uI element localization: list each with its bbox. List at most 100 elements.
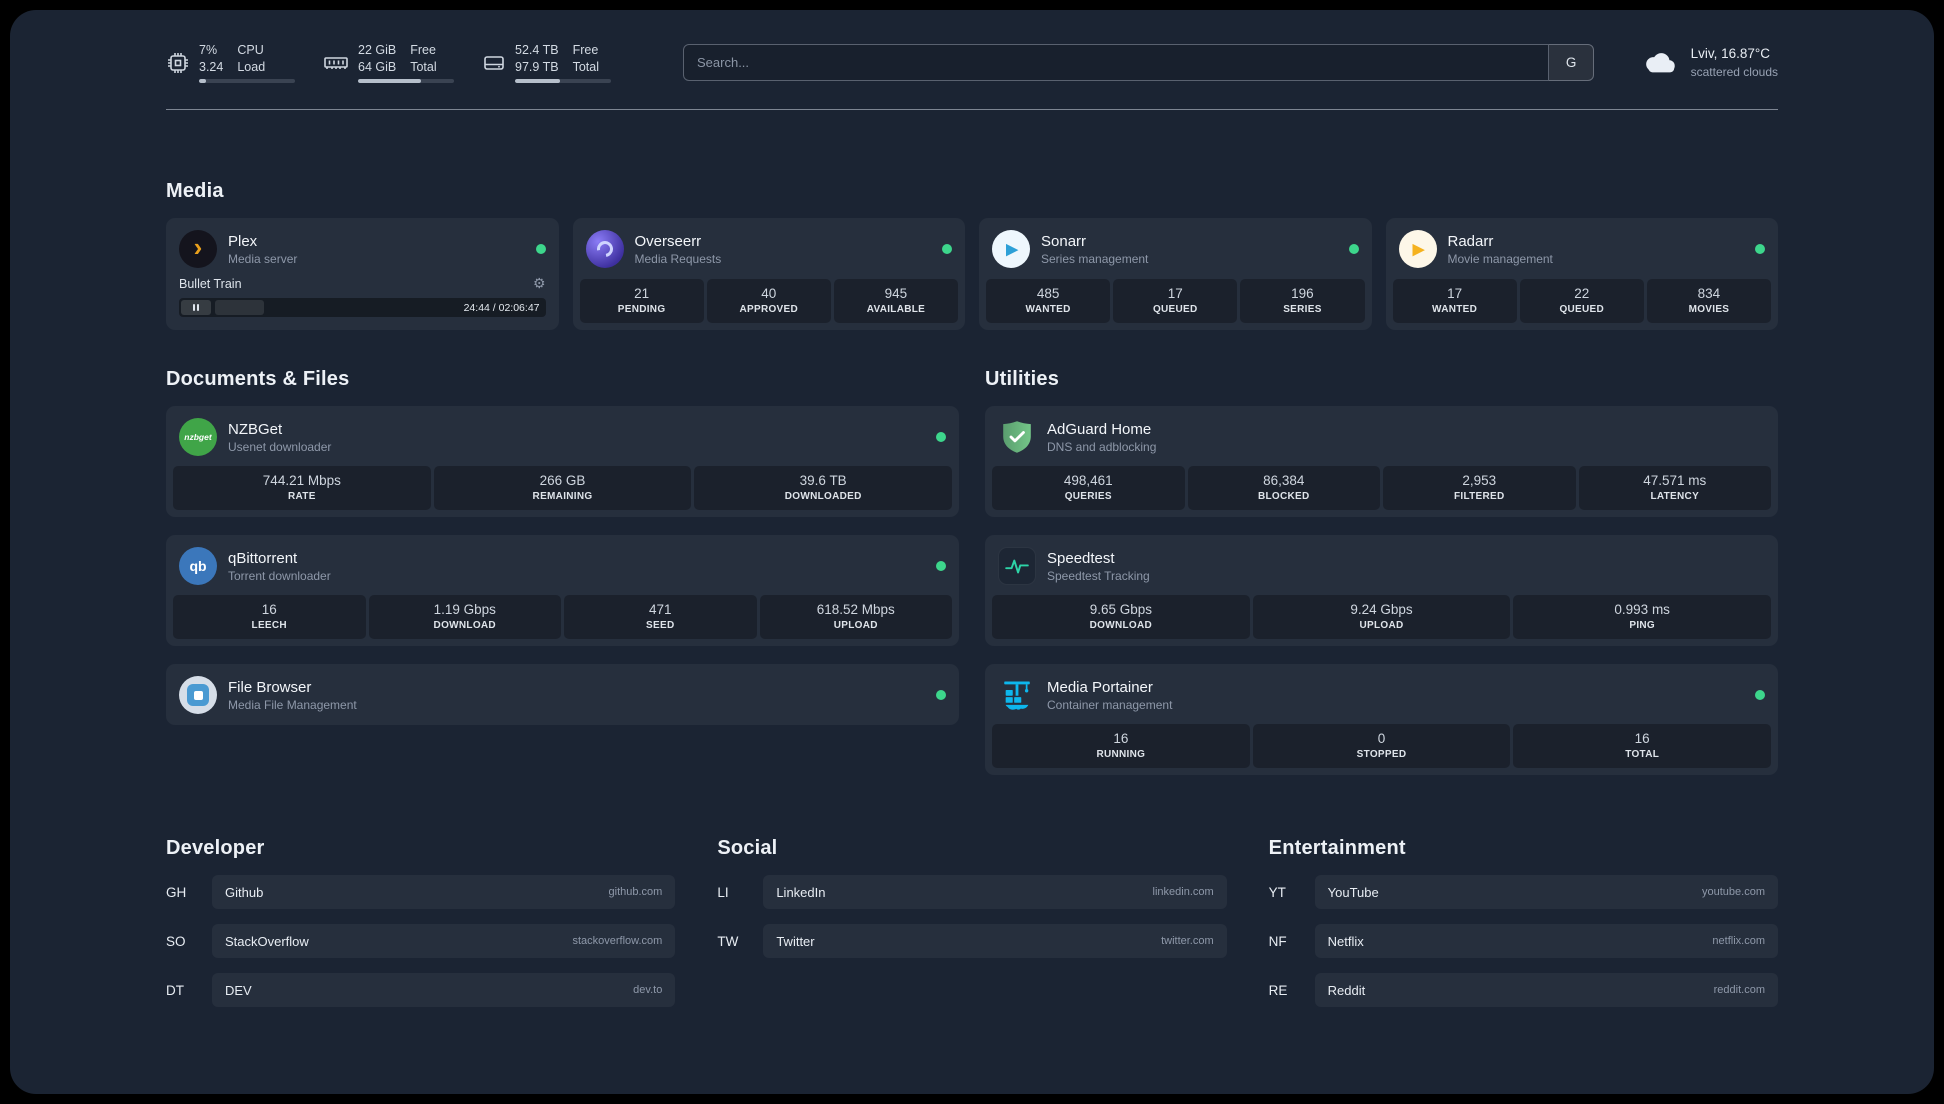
portainer-icon [998, 676, 1036, 714]
bookmark-row[interactable]: SO StackOverflow stackoverflow.com [166, 924, 676, 958]
bookmark-domain: netflix.com [1712, 935, 1765, 947]
stat-value: 485 [1036, 286, 1060, 301]
header-divider [166, 109, 1778, 110]
bookmark-group-entertainment: Entertainment YT YouTube youtube.com NF … [1269, 837, 1778, 1022]
bookmark-row[interactable]: NF Netflix netflix.com [1269, 924, 1778, 958]
bookmark-name: StackOverflow [225, 933, 309, 949]
stat-block: 945 AVAILABLE [833, 279, 959, 323]
stat-label: DOWNLOADED [784, 491, 862, 502]
status-dot [1348, 244, 1359, 254]
service-desc: Movie management [1447, 251, 1553, 266]
service-card-filebrowser[interactable]: File Browser Media File Management [166, 664, 959, 725]
adguard-icon [998, 418, 1036, 456]
service-name: qBittorrent [228, 549, 298, 567]
cloud-icon [1638, 49, 1680, 77]
service-desc: DNS and adblocking [1047, 439, 1157, 454]
bookmark-row[interactable]: GH Github github.com [166, 875, 676, 909]
radarr-icon: ▶ [1398, 230, 1437, 268]
stat-label: PING [1629, 620, 1655, 631]
weather-widget: Lviv, 16.87°C scattered clouds [1638, 45, 1778, 79]
bookmark-name: Netflix [1327, 933, 1364, 949]
top-bar: 7% 3.24 CPU Load 22 GiB 64 GiB Free Tota… [166, 42, 1778, 83]
stat-block: 0 STOPPED [1252, 724, 1511, 768]
bookmark-abbr: LI [717, 884, 729, 900]
memory-progress-bar [358, 79, 454, 83]
now-playing-title: Bullet Train [179, 276, 242, 291]
service-card-nzbget[interactable]: nzbget NZBGet Usenet downloader 744.21 M… [166, 406, 959, 517]
stat-value: 2,953 [1462, 473, 1497, 488]
section-title-media: Media [166, 180, 224, 202]
pause-icon [181, 300, 211, 315]
stat-block: 266 GB REMAINING [433, 466, 692, 510]
stat-block: 471 SEED [564, 595, 757, 639]
stat-label: DOWNLOAD [433, 620, 496, 631]
stat-label: BLOCKED [1257, 491, 1310, 502]
service-name: NZBGet [228, 420, 283, 438]
bookmark-name: YouTube [1327, 884, 1379, 900]
stat-value: 17 [1167, 286, 1183, 301]
service-desc: Container management [1047, 697, 1173, 712]
plex-icon: › [179, 230, 217, 268]
stat-value: 0.993 ms [1614, 602, 1670, 617]
service-name: AdGuard Home [1047, 420, 1152, 438]
stat-label: TOTAL [1625, 749, 1660, 760]
service-desc: Usenet downloader [228, 439, 332, 454]
stat-block: 86,384 BLOCKED [1187, 466, 1380, 510]
speedtest-icon [998, 547, 1036, 585]
service-card-portainer[interactable]: Media Portainer Container management 16 … [985, 664, 1778, 775]
service-name: File Browser [228, 678, 312, 696]
bookmark-domain: youtube.com [1702, 886, 1765, 898]
bookmark-domain: stackoverflow.com [572, 935, 663, 947]
bookmark-row[interactable]: YT YouTube youtube.com [1269, 875, 1778, 909]
stat-block: 40 APPROVED [706, 279, 831, 323]
stat-label: RATE [287, 491, 316, 502]
stat-label: AVAILABLE [866, 304, 926, 315]
service-card-overseerr[interactable]: Overseerr Media Requests 21 PENDING 40 A… [572, 218, 965, 330]
stat-block: 0.993 ms PING [1513, 595, 1772, 639]
dashboard-panel: 7% 3.24 CPU Load 22 GiB 64 GiB Free Tota… [10, 10, 1934, 1094]
service-card-speedtest[interactable]: Speedtest Speedtest Tracking 9.65 Gbps D… [985, 535, 1778, 646]
section-title-social: Social [717, 837, 778, 859]
service-card-sonarr[interactable]: ▶ Sonarr Series management 485 WANTED 17… [979, 218, 1372, 330]
service-desc: Media server [228, 251, 298, 266]
bookmark-row[interactable]: TW Twitter twitter.com [717, 924, 1227, 958]
service-card-adguard[interactable]: AdGuard Home DNS and adblocking 498,461 … [985, 406, 1778, 517]
disk-widget: 52.4 TB 97.9 TB Free Total [482, 42, 611, 83]
section-title-documents: Documents & Files [166, 368, 350, 390]
service-card-qbittorrent[interactable]: qb qBittorrent Torrent downloader 16 LEE… [166, 535, 959, 646]
bookmark-row[interactable]: DT DEV dev.to [166, 973, 676, 1007]
bookmark-name: LinkedIn [776, 884, 826, 900]
bookmark-name: Github [225, 884, 264, 900]
cpu-widget: 7% 3.24 CPU Load [166, 42, 295, 83]
search-input[interactable] [683, 44, 1594, 81]
stat-label: UPLOAD [833, 620, 878, 631]
cpu-percent: 7% [199, 43, 218, 57]
stat-block: 16 LEECH [173, 595, 366, 639]
weather-condition: scattered clouds [1690, 64, 1778, 79]
stat-value: 22 [1574, 286, 1590, 301]
stat-block: 834 MOVIES [1646, 279, 1772, 323]
qbittorrent-icon: qb [179, 547, 217, 585]
bookmark-name: Reddit [1327, 982, 1366, 998]
service-card-radarr[interactable]: ▶ Radarr Movie management 17 WANTED 22 Q… [1385, 218, 1778, 330]
gear-icon[interactable]: ⚙ [533, 275, 546, 292]
stat-value: 9.24 Gbps [1350, 602, 1413, 617]
service-name: Sonarr [1041, 232, 1087, 250]
service-card-plex[interactable]: › Plex Media server Bullet Train ⚙ 24:44… [166, 218, 559, 330]
bookmark-abbr: YT [1268, 884, 1286, 900]
stat-value: 86,384 [1263, 473, 1305, 488]
bookmark-domain: dev.to [633, 984, 663, 996]
stat-label: UPLOAD [1359, 620, 1404, 631]
section-media: Media › Plex Media server Bullet Train ⚙ [166, 180, 1778, 330]
stat-label: STOPPED [1356, 749, 1407, 760]
search-provider-button[interactable]: G [1547, 44, 1594, 81]
bookmark-row[interactable]: LI LinkedIn linkedin.com [717, 875, 1227, 909]
stat-block: 2,953 FILTERED [1383, 466, 1576, 510]
disk-total-label: Total [572, 59, 599, 74]
filebrowser-icon [179, 676, 217, 714]
stat-value: 196 [1291, 286, 1314, 301]
stat-label: WANTED [1025, 304, 1071, 315]
bookmark-row[interactable]: RE Reddit reddit.com [1269, 973, 1778, 1007]
bookmark-abbr: TW [717, 933, 739, 949]
stat-value: 40 [761, 286, 777, 301]
